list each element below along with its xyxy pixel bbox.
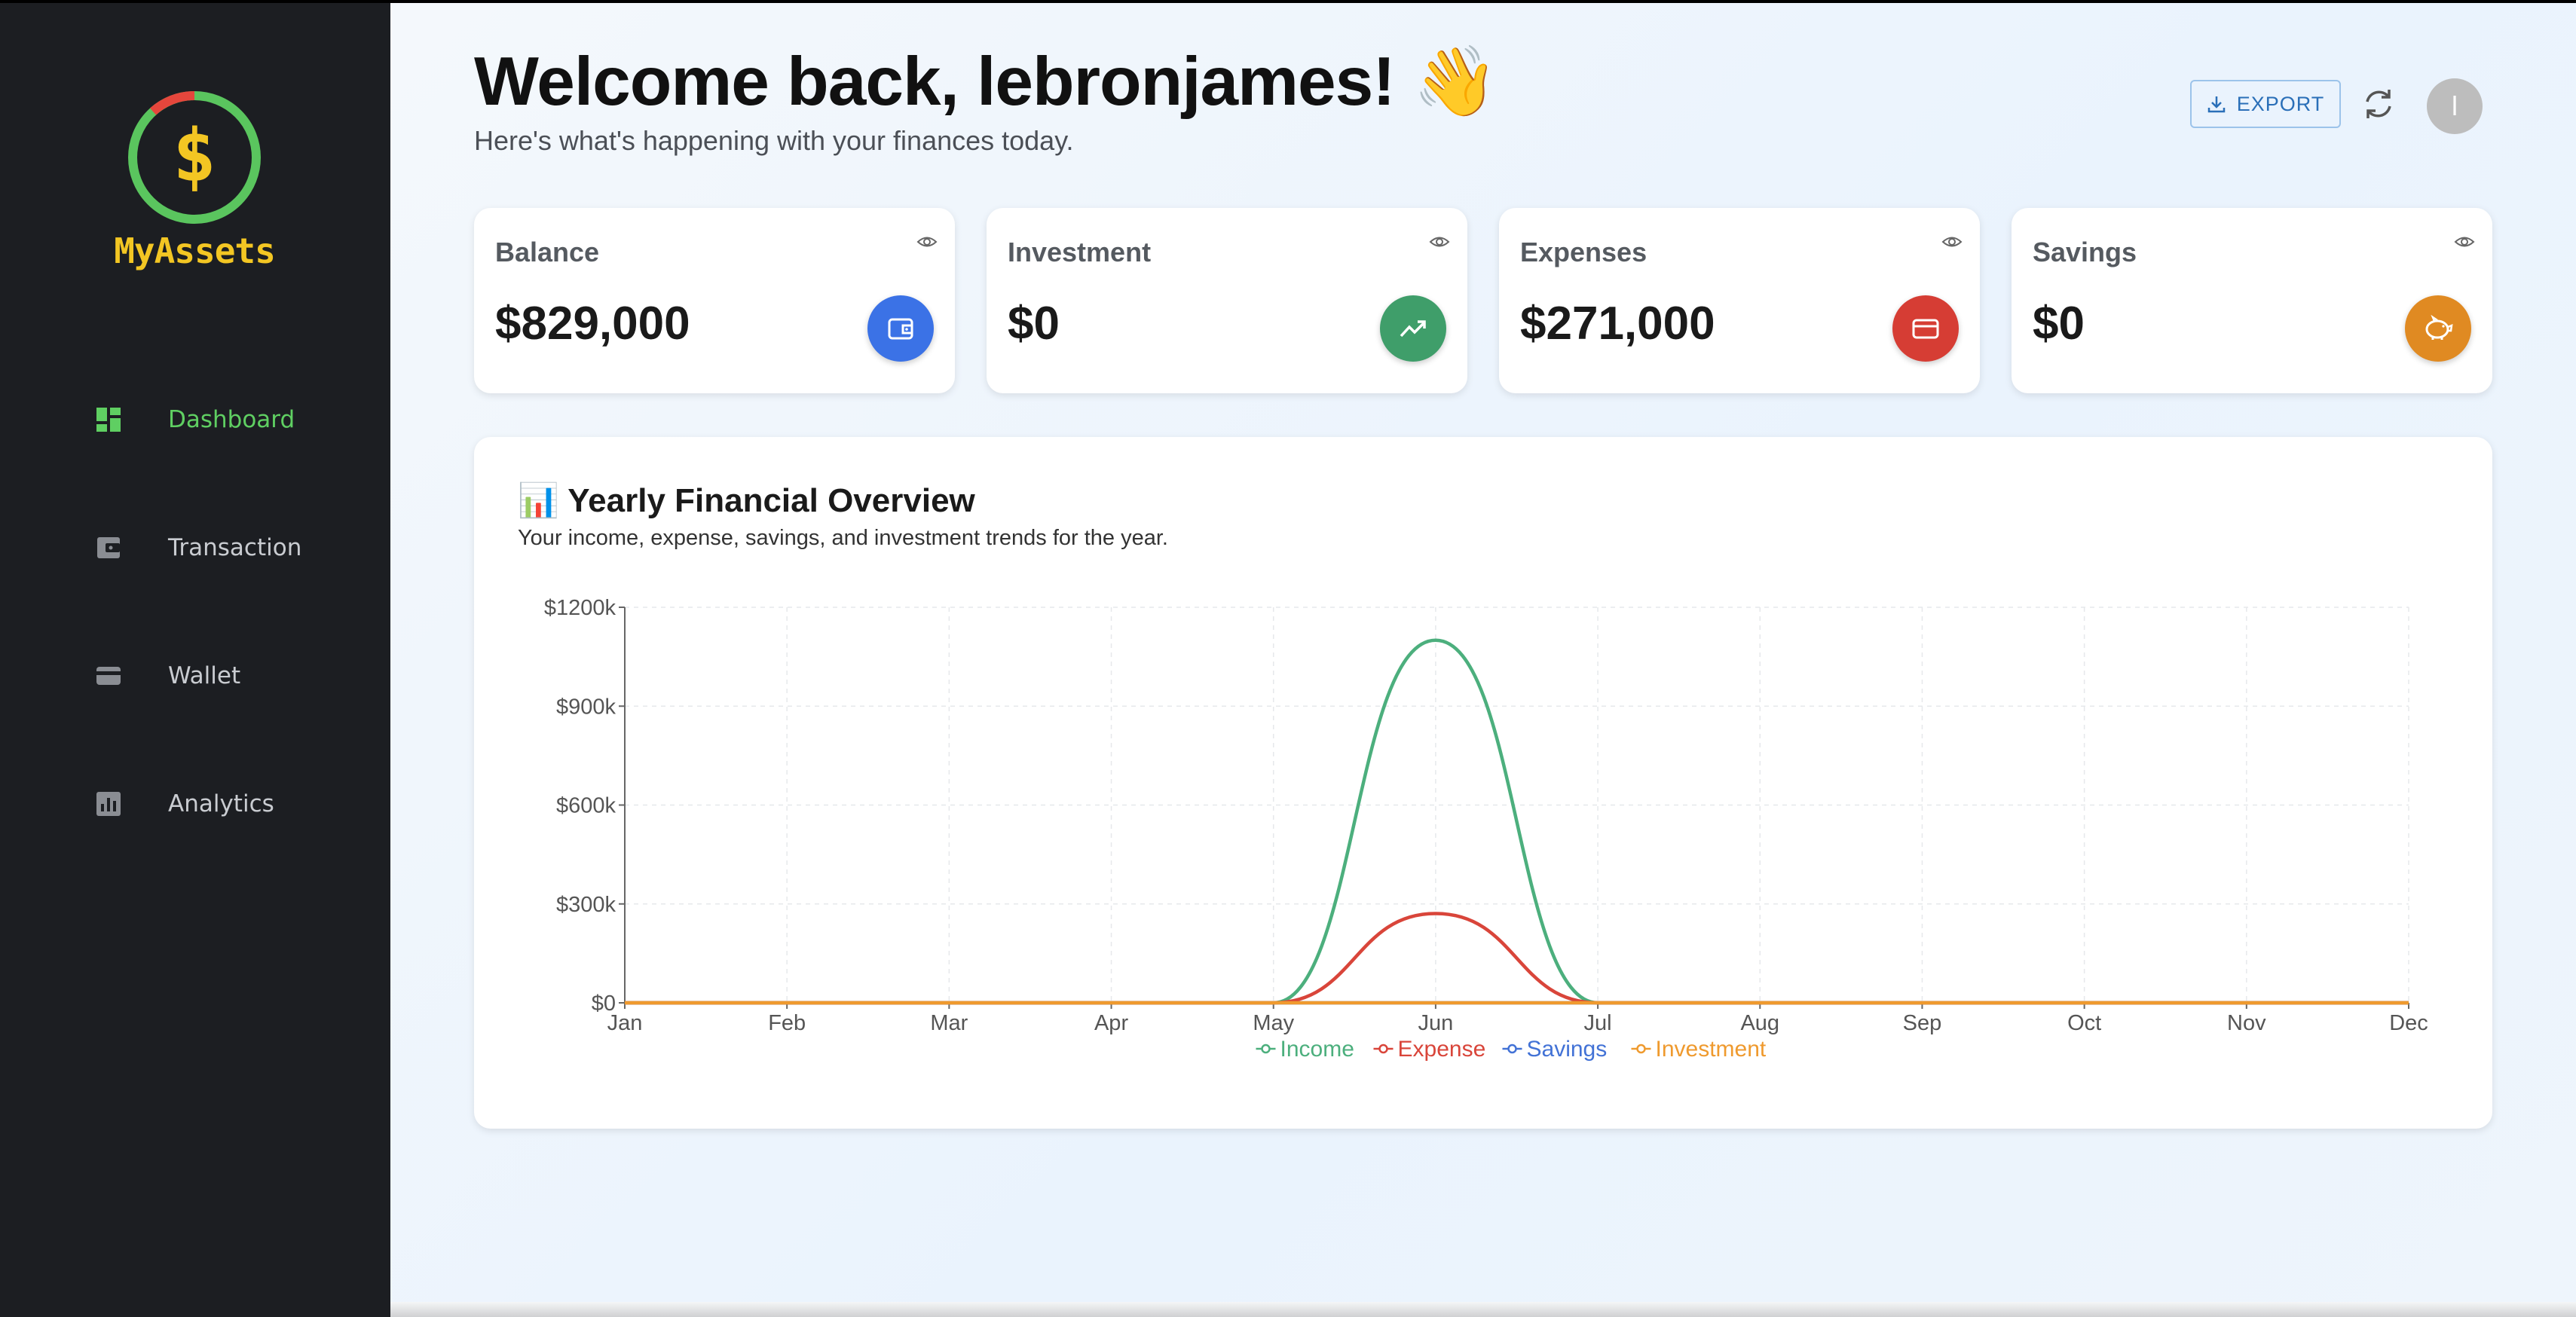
- investment-badge: [1380, 295, 1446, 362]
- balance-badge: [867, 295, 934, 362]
- sidebar-item-label: Wallet: [168, 662, 241, 689]
- x-tick-label: Jul: [1584, 1011, 1612, 1035]
- x-tick-label: Nov: [2227, 1011, 2266, 1035]
- eye-icon[interactable]: [1428, 231, 1451, 253]
- card-value: $829,000: [495, 298, 690, 350]
- balance-card: Balance $829,000: [474, 208, 955, 393]
- window-bottom-edge: [390, 1302, 2576, 1317]
- card-value: $0: [1008, 298, 1060, 350]
- y-tick-label: $300k: [556, 893, 616, 917]
- export-label: EXPORT: [2236, 92, 2325, 115]
- yearly-overview-card: 📊 Yearly Financial Overview Your income,…: [474, 437, 2492, 1129]
- sidebar-item-wallet[interactable]: Wallet: [0, 642, 390, 710]
- savings-card: Savings $0: [2012, 208, 2492, 393]
- wallet-icon: [97, 537, 120, 558]
- refresh-icon[interactable]: [2360, 85, 2397, 123]
- x-tick-label: Feb: [768, 1011, 806, 1035]
- card-title: Investment: [1008, 237, 1152, 267]
- legend-marker: [1261, 1044, 1271, 1054]
- y-tick-label: $900k: [556, 695, 616, 719]
- sidebar: $ MyAssets Dashboard Transaction Wallet: [0, 3, 390, 1317]
- legend-label: Income: [1280, 1037, 1354, 1062]
- wallet-icon: [888, 318, 913, 340]
- card-value: $0: [2033, 298, 2085, 350]
- x-tick-label: May: [1253, 1011, 1294, 1035]
- sidebar-item-transaction[interactable]: Transaction: [0, 514, 390, 582]
- series-line-income: [625, 638, 2409, 1005]
- x-tick-label: Oct: [2067, 1011, 2101, 1035]
- x-tick-label: Mar: [930, 1011, 968, 1035]
- eye-icon[interactable]: [2453, 231, 2476, 253]
- sidebar-item-label: Analytics: [168, 790, 274, 817]
- card-value: $271,000: [1520, 298, 1715, 350]
- sidebar-item-label: Dashboard: [168, 406, 295, 433]
- logo-text: MyAssets: [114, 231, 276, 271]
- svg-text:$: $: [173, 114, 216, 198]
- x-tick-label: Aug: [1740, 1011, 1779, 1035]
- trending-up-icon: [1400, 320, 1426, 338]
- x-tick-label: Jan: [607, 1011, 643, 1035]
- legend-marker: [1378, 1044, 1388, 1054]
- dashboard-icon: [96, 408, 121, 432]
- avatar[interactable]: l: [2427, 78, 2483, 134]
- credit-card-icon: [1912, 319, 1939, 339]
- credit-card-icon: [96, 667, 121, 685]
- legend-label: Expense: [1398, 1037, 1486, 1062]
- legend-marker: [1636, 1044, 1646, 1054]
- page-title: Welcome back, lebronjames! 👋: [474, 44, 1498, 120]
- legend-marker: [1507, 1044, 1517, 1054]
- line-chart: $0$300k$600k$900k$1200kJan Feb Mar Apr May Ju…: [544, 596, 2428, 1062]
- legend-label: Investment: [1656, 1037, 1767, 1062]
- savings-badge: [2405, 295, 2471, 362]
- piggy-bank-icon: [2425, 314, 2453, 340]
- card-title: Expenses: [1520, 237, 1647, 267]
- eye-icon[interactable]: [1941, 231, 1963, 253]
- y-tick-label: $1200k: [544, 596, 616, 620]
- legend-label: Savings: [1527, 1037, 1608, 1062]
- x-tick-label: Apr: [1094, 1011, 1128, 1035]
- sidebar-item-dashboard[interactable]: Dashboard: [0, 386, 390, 454]
- card-title: Balance: [495, 237, 600, 267]
- x-tick-label: Jun: [1418, 1011, 1454, 1035]
- page-subtitle: Here's what's happening with your financ…: [474, 125, 1074, 156]
- investment-card: Investment $0: [987, 208, 1467, 393]
- card-title: Savings: [2033, 237, 2137, 267]
- x-tick-label: Dec: [2389, 1011, 2428, 1035]
- logo-icon: $: [128, 90, 261, 224]
- expenses-card: Expenses $271,000: [1499, 208, 1980, 393]
- expenses-badge: [1892, 295, 1959, 362]
- series-line-expense: [625, 912, 2409, 1005]
- sidebar-item-label: Transaction: [168, 534, 302, 561]
- eye-icon[interactable]: [916, 231, 938, 253]
- analytics-icon: [96, 792, 121, 816]
- download-icon: [2207, 96, 2225, 113]
- export-button[interactable]: EXPORT: [2190, 80, 2341, 128]
- y-tick-label: $600k: [556, 794, 616, 818]
- x-tick-label: Sep: [1903, 1011, 1942, 1035]
- sidebar-item-analytics[interactable]: Analytics: [0, 770, 390, 838]
